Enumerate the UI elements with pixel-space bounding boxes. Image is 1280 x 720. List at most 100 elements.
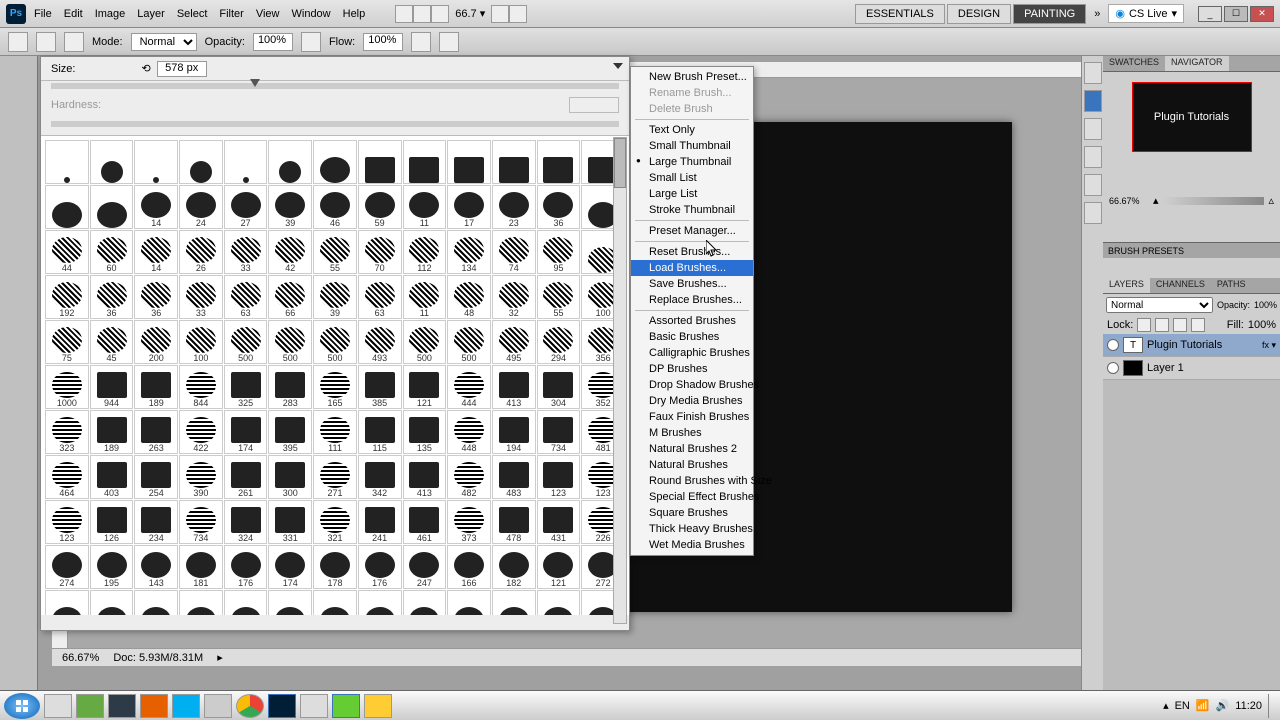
- brush-preset-cell[interactable]: 395: [268, 410, 312, 454]
- navigator-zoom-slider[interactable]: [1163, 197, 1265, 205]
- menu-help[interactable]: Help: [343, 8, 366, 20]
- brush-preset-cell[interactable]: 324: [224, 500, 268, 544]
- more-workspaces[interactable]: »: [1094, 8, 1100, 20]
- menu-item-stroke-thumbnail[interactable]: Stroke Thumbnail: [631, 202, 753, 218]
- menu-window[interactable]: Window: [292, 8, 331, 20]
- brush-preset-cell[interactable]: [313, 140, 357, 184]
- brush-preset-cell[interactable]: 33: [224, 230, 268, 274]
- brush-preset-cell[interactable]: 55: [313, 230, 357, 274]
- brush-preset-cell[interactable]: 200: [134, 320, 178, 364]
- taskbar-firefox-icon[interactable]: [140, 694, 168, 718]
- brush-preset-cell[interactable]: 143: [134, 545, 178, 589]
- brush-preset-cell[interactable]: 261: [224, 455, 268, 499]
- menu-image[interactable]: Image: [95, 8, 126, 20]
- brush-preset-cell[interactable]: 483: [492, 455, 536, 499]
- brush-preset-cell[interactable]: 342: [358, 455, 402, 499]
- taskbar-photoshop-icon[interactable]: [268, 694, 296, 718]
- tray-volume-icon[interactable]: 🔊: [1216, 699, 1230, 712]
- brush-preset-cell[interactable]: 403: [90, 455, 134, 499]
- workspace-essentials[interactable]: ESSENTIALS: [855, 4, 945, 24]
- brush-preset-cell[interactable]: 70: [358, 230, 402, 274]
- show-desktop-button[interactable]: [1268, 694, 1276, 718]
- brush-preset-cell[interactable]: [492, 590, 536, 615]
- brush-preset-cell[interactable]: 55: [537, 275, 581, 319]
- brush-preset-cell[interactable]: 844: [179, 365, 223, 409]
- brush-preset-cell[interactable]: 500: [403, 320, 447, 364]
- brush-preset-cell[interactable]: 944: [90, 365, 134, 409]
- brush-preset-cell[interactable]: 45: [90, 320, 134, 364]
- flow-input[interactable]: 100%: [363, 33, 403, 51]
- brush-preset-cell[interactable]: [447, 140, 491, 184]
- brush-preset-cell[interactable]: [358, 590, 402, 615]
- menu-item-assorted-brushes[interactable]: Assorted Brushes: [631, 313, 753, 329]
- brush-preset-cell[interactable]: 478: [492, 500, 536, 544]
- brush-preset-cell[interactable]: 500: [224, 320, 268, 364]
- zoom-out-icon[interactable]: ▴: [1153, 194, 1159, 207]
- brush-preset-cell[interactable]: 166: [447, 545, 491, 589]
- airbrush-icon[interactable]: [411, 32, 431, 52]
- brush-preset-cell[interactable]: 39: [313, 275, 357, 319]
- brush-preset-cell[interactable]: 46: [313, 185, 357, 229]
- menu-filter[interactable]: Filter: [219, 8, 243, 20]
- menu-edit[interactable]: Edit: [64, 8, 83, 20]
- brush-preset-cell[interactable]: 234: [134, 500, 178, 544]
- brush-preset-cell[interactable]: 734: [537, 410, 581, 454]
- brush-preset-cell[interactable]: 134: [447, 230, 491, 274]
- tab-brush-presets[interactable]: BRUSH PRESETS: [1103, 242, 1280, 258]
- brush-preset-cell[interactable]: 176: [358, 545, 402, 589]
- collapsed-panel-icon[interactable]: [1084, 202, 1102, 224]
- menu-item-special-effect-brushes[interactable]: Special Effect Brushes: [631, 489, 753, 505]
- brush-preset-cell[interactable]: 123: [45, 500, 89, 544]
- menu-item-preset-manager[interactable]: Preset Manager...: [631, 223, 753, 239]
- brush-preset-cell[interactable]: 32: [492, 275, 536, 319]
- brush-preset-cell[interactable]: 194: [492, 410, 536, 454]
- brush-preset-cell[interactable]: 482: [447, 455, 491, 499]
- brush-preset-cell[interactable]: 413: [492, 365, 536, 409]
- view-extras-icon[interactable]: [431, 5, 449, 23]
- brush-preset-cell[interactable]: 300: [268, 455, 312, 499]
- brush-preset-cell[interactable]: 241: [358, 500, 402, 544]
- brush-preset-cell[interactable]: [492, 140, 536, 184]
- brush-preset-cell[interactable]: 36: [537, 185, 581, 229]
- brush-preset-cell[interactable]: 444: [447, 365, 491, 409]
- brush-preset-cell[interactable]: 461: [403, 500, 447, 544]
- taskbar-chrome-icon[interactable]: [236, 694, 264, 718]
- taskbar-steam-icon[interactable]: [108, 694, 136, 718]
- brush-preset-cell[interactable]: 111: [313, 410, 357, 454]
- close-button[interactable]: ✕: [1250, 6, 1274, 22]
- brush-preset-cell[interactable]: 48: [447, 275, 491, 319]
- tab-channels[interactable]: CHANNELS: [1150, 278, 1211, 293]
- navigator-thumb[interactable]: Plugin Tutorials: [1132, 82, 1252, 152]
- brush-preset-cell[interactable]: 247: [403, 545, 447, 589]
- layer-opacity-value[interactable]: 100%: [1254, 300, 1277, 310]
- brush-preset-cell[interactable]: 195: [90, 545, 134, 589]
- menu-item-text-only[interactable]: Text Only: [631, 122, 753, 138]
- taskbar-app-icon[interactable]: [364, 694, 392, 718]
- menu-item-save-brushes[interactable]: Save Brushes...: [631, 276, 753, 292]
- brush-preset-cell[interactable]: 165: [313, 365, 357, 409]
- brush-preset-cell[interactable]: 495: [492, 320, 536, 364]
- zoom-readout[interactable]: 66.7 ▾: [449, 7, 491, 20]
- current-tool-icon[interactable]: [8, 32, 28, 52]
- menu-item-natural-brushes-2[interactable]: Natural Brushes 2: [631, 441, 753, 457]
- brush-preset-cell[interactable]: 60: [90, 230, 134, 274]
- menu-item-m-brushes[interactable]: M Brushes: [631, 425, 753, 441]
- menu-item-faux-finish-brushes[interactable]: Faux Finish Brushes: [631, 409, 753, 425]
- brush-preset-cell[interactable]: 123: [537, 455, 581, 499]
- taskbar-skype-icon[interactable]: [172, 694, 200, 718]
- brush-preset-picker-icon[interactable]: [36, 32, 56, 52]
- brush-preset-cell[interactable]: 74: [492, 230, 536, 274]
- tab-paths[interactable]: PATHS: [1211, 278, 1252, 293]
- cslive-button[interactable]: ◉CS Live ▾: [1108, 4, 1184, 23]
- brush-preset-cell[interactable]: [224, 140, 268, 184]
- fill-value[interactable]: 100%: [1248, 319, 1276, 331]
- size-slider[interactable]: [51, 83, 619, 89]
- pressure-size-icon[interactable]: [439, 32, 459, 52]
- status-arrow[interactable]: ▸: [217, 651, 223, 664]
- menu-item-dp-brushes[interactable]: DP Brushes: [631, 361, 753, 377]
- brush-preset-cell[interactable]: 448: [447, 410, 491, 454]
- brush-preset-cell[interactable]: [45, 140, 89, 184]
- workspace-painting[interactable]: PAINTING: [1013, 4, 1086, 24]
- brush-preset-cell[interactable]: 42: [268, 230, 312, 274]
- brush-preset-cell[interactable]: 390: [179, 455, 223, 499]
